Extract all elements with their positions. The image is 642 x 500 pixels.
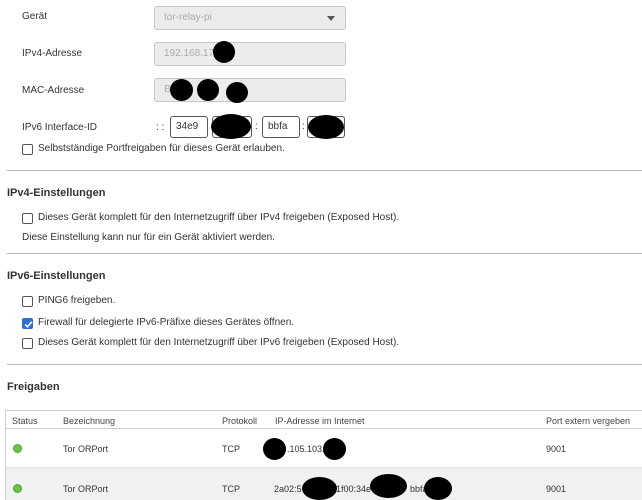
device-select-value: tor-relay-pi (164, 12, 212, 23)
redaction-blob (323, 438, 346, 460)
redaction-blob (213, 41, 235, 63)
mac-adresse-label: MAC-Adresse (22, 85, 85, 96)
redaction-blob (302, 477, 337, 500)
column-header-status: Status (12, 416, 38, 426)
ipv4-exposed-host-note: Diese Einstellung kann nur für ein Gerät… (22, 232, 275, 243)
redaction-blob (226, 82, 248, 103)
column-header-port-extern: Port extern vergeben (546, 416, 631, 426)
ipv6-settings-heading: IPv6-Einstellungen (7, 270, 106, 282)
checkmark-icon (24, 321, 33, 328)
redaction-blob (170, 79, 193, 101)
firewall-ipv6-prefix-label: Firewall für delegierte IPv6-Präfixe die… (38, 317, 295, 328)
row-name: Tor ORPort (63, 484, 109, 494)
redaction-blob (263, 438, 286, 460)
redaction-blob (211, 114, 251, 139)
column-header-bezeichnung: Bezeichnung (63, 416, 116, 426)
row-name: Tor ORPort (63, 444, 109, 454)
row-protocol: TCP (222, 484, 240, 494)
ipv4-address-value: 192.168.178 (164, 48, 220, 59)
ipv6-exposed-host-checkbox[interactable] (22, 338, 33, 349)
ipv6-interface-id-label: IPv6 Interface-ID (22, 122, 98, 133)
freigaben-heading: Freigaben (7, 381, 60, 393)
ipv6-exposed-host-label: Dieses Gerät komplett für den Internetzu… (38, 337, 400, 348)
ipv6-separator: : (255, 121, 258, 132)
firewall-ipv6-prefix-checkbox[interactable] (22, 318, 33, 329)
ipv6-segment-3-input[interactable]: bbfa (262, 116, 300, 138)
row-ip-mid: 1f00:34e (336, 484, 372, 494)
status-ok-icon (13, 444, 22, 453)
ipv6-prefix-colons: : : (156, 122, 165, 133)
ping6-label: PING6 freigeben. (38, 295, 116, 306)
ping6-checkbox[interactable] (22, 296, 33, 307)
ipv4-settings-heading: IPv4-Einstellungen (7, 187, 106, 199)
ipv4-exposed-host-label: Dieses Gerät komplett für den Internetzu… (38, 212, 400, 223)
table-top-border (5, 410, 642, 411)
section-divider (7, 364, 642, 365)
row-protocol: TCP (222, 444, 240, 454)
redaction-blob (197, 79, 219, 101)
ipv6-separator: : (302, 121, 305, 132)
geraet-label: Gerät (22, 11, 48, 22)
chevron-down-icon (327, 16, 335, 21)
ipv6-segment-3-value: bbfa (268, 121, 288, 132)
row-port: 9001 (546, 484, 567, 494)
ipv6-segment-1-value: 34e9 (176, 121, 199, 132)
row-port: 9001 (546, 444, 567, 454)
ipv6-segment-1-input[interactable]: 34e9 (170, 116, 208, 138)
section-divider (7, 253, 642, 254)
redaction-blob (424, 477, 452, 500)
redaction-blob (308, 115, 344, 139)
device-select[interactable]: tor-relay-pi (154, 6, 346, 30)
portfreigabe-label: Selbstständige Portfreigaben für dieses … (38, 143, 285, 154)
ipv4-exposed-host-checkbox[interactable] (22, 213, 33, 224)
column-header-protokoll: Protokoll (222, 416, 258, 426)
row-ip: 2a02:5 (274, 484, 302, 494)
section-divider (7, 170, 642, 171)
ipv4-address-field: 192.168.178 (154, 42, 346, 66)
row-ip: .105.103. (287, 444, 325, 454)
status-ok-icon (13, 484, 22, 493)
ipv4-adresse-label: IPv4-Adresse (22, 48, 83, 59)
column-header-ip-adresse: IP-Adresse im Internet (275, 416, 365, 426)
portfreigabe-checkbox[interactable] (22, 144, 33, 155)
redaction-blob (370, 474, 407, 498)
